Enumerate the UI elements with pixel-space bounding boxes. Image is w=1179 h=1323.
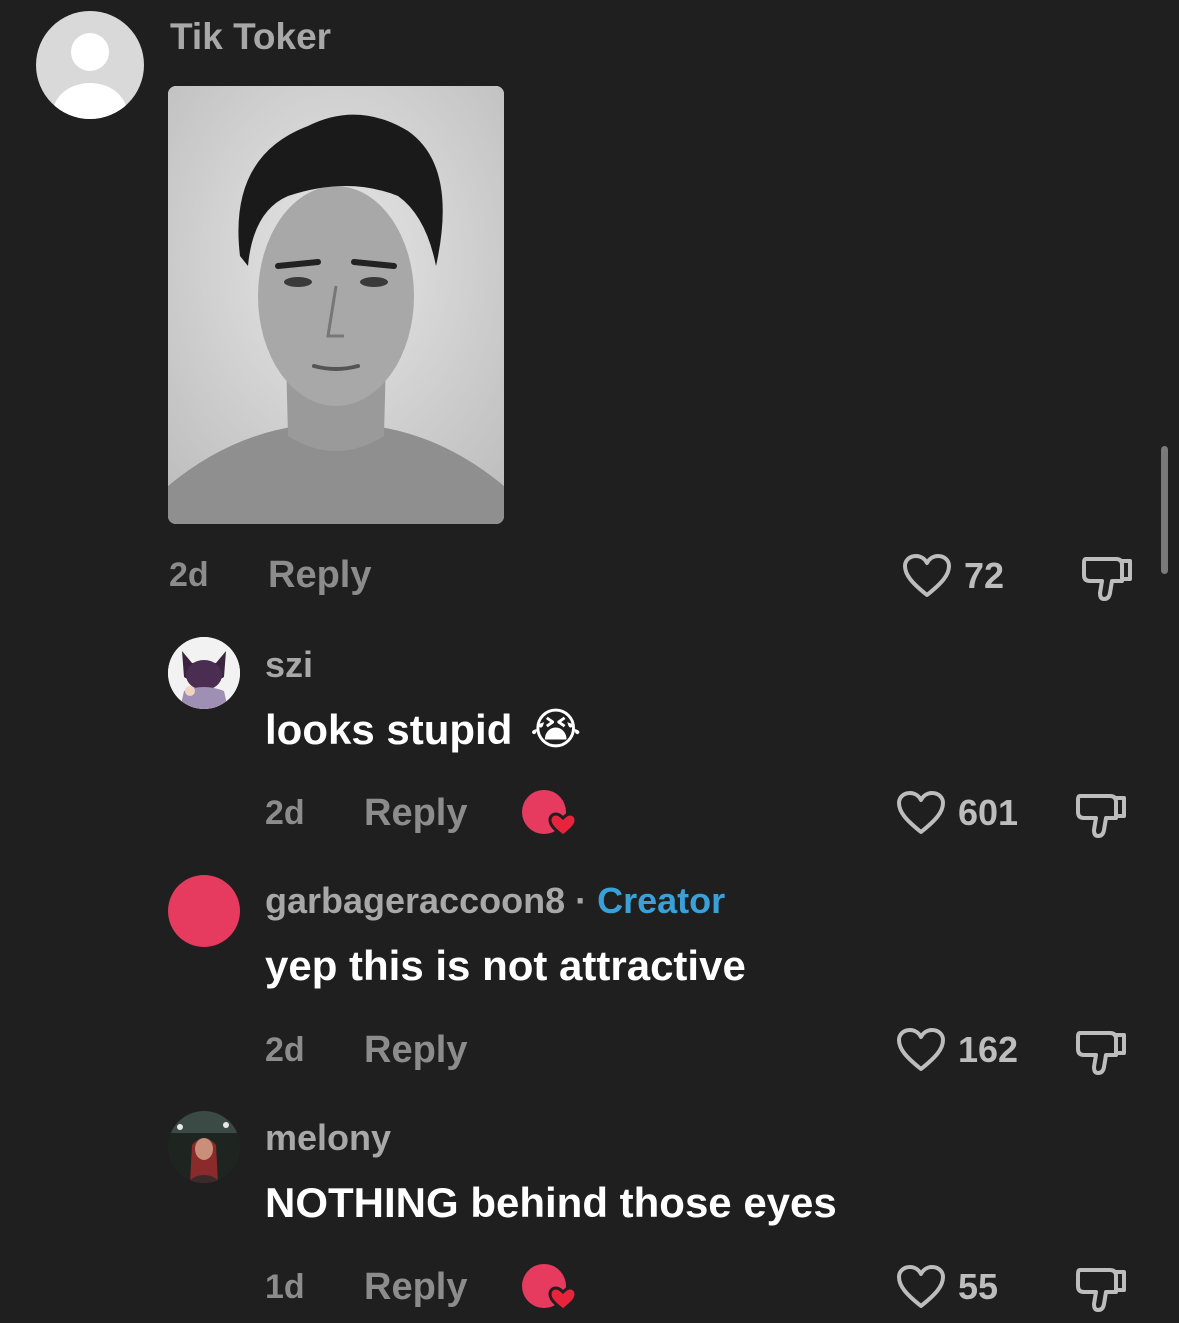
thumbs-down-icon: [1076, 1268, 1126, 1312]
heart-outline-icon: [897, 1028, 945, 1071]
comment-like-count: 55: [958, 1266, 999, 1307]
comment-dislike-button[interactable]: [1074, 1027, 1128, 1082]
comment-time: 2d: [265, 794, 305, 832]
loudly-crying-emoji-icon: 😭: [530, 705, 582, 754]
comment-username[interactable]: szi: [265, 644, 313, 686]
comment-username[interactable]: melony: [265, 1117, 391, 1159]
heart-outline-icon: [897, 1265, 945, 1308]
comment-text: looks stupid 😭: [265, 705, 582, 754]
post-like-button[interactable]: 72: [902, 553, 1004, 599]
comment-reply-button[interactable]: Reply: [364, 1266, 467, 1309]
creator-liked-heart-icon: [522, 790, 578, 838]
comment-avatar-garbageraccoon8[interactable]: [168, 875, 240, 947]
comment-text: NOTHING behind those eyes: [265, 1179, 837, 1226]
comment-dislike-button[interactable]: [1074, 790, 1128, 845]
comment-time: 2d: [265, 1031, 305, 1069]
scrollbar[interactable]: [1161, 446, 1168, 574]
comment-like-count: 162: [958, 1029, 1019, 1070]
heart-outline-icon: [897, 791, 945, 834]
separator-dot: ·: [575, 880, 588, 921]
comment-reply-button[interactable]: Reply: [364, 792, 467, 835]
creator-badge: Creator: [597, 880, 726, 921]
comment-like-count: 601: [958, 792, 1019, 833]
comment-like-button[interactable]: 162: [896, 1027, 1018, 1073]
comment-dislike-button[interactable]: [1074, 1264, 1128, 1319]
post-author-name[interactable]: Tik Toker: [170, 16, 331, 58]
comment-time: 1d: [265, 1268, 305, 1306]
comment-username-line: garbageraccoon8 · Creator: [265, 880, 725, 922]
comment-avatar-szi[interactable]: [168, 637, 240, 709]
comment-like-button[interactable]: 601: [896, 790, 1018, 836]
thumbs-down-icon: [1076, 1031, 1126, 1075]
comment-avatar-melony[interactable]: [168, 1111, 240, 1183]
post-reply-button[interactable]: Reply: [268, 554, 371, 597]
thumbs-down-icon: [1076, 794, 1126, 838]
post-like-count: 72: [964, 555, 1005, 596]
post-dislike-button[interactable]: [1080, 553, 1134, 608]
comment-username[interactable]: garbageraccoon8: [265, 880, 565, 921]
comment-text: yep this is not attractive: [265, 942, 746, 989]
comment-reply-button[interactable]: Reply: [364, 1029, 467, 1072]
post-time: 2d: [169, 556, 209, 594]
thumbs-down-icon: [1082, 557, 1132, 601]
heart-outline-icon: [903, 554, 951, 597]
post-author-avatar[interactable]: [36, 11, 144, 119]
comment-like-button[interactable]: 55: [896, 1264, 998, 1310]
creator-liked-heart-icon: [522, 1264, 578, 1312]
post-image[interactable]: [168, 86, 504, 524]
